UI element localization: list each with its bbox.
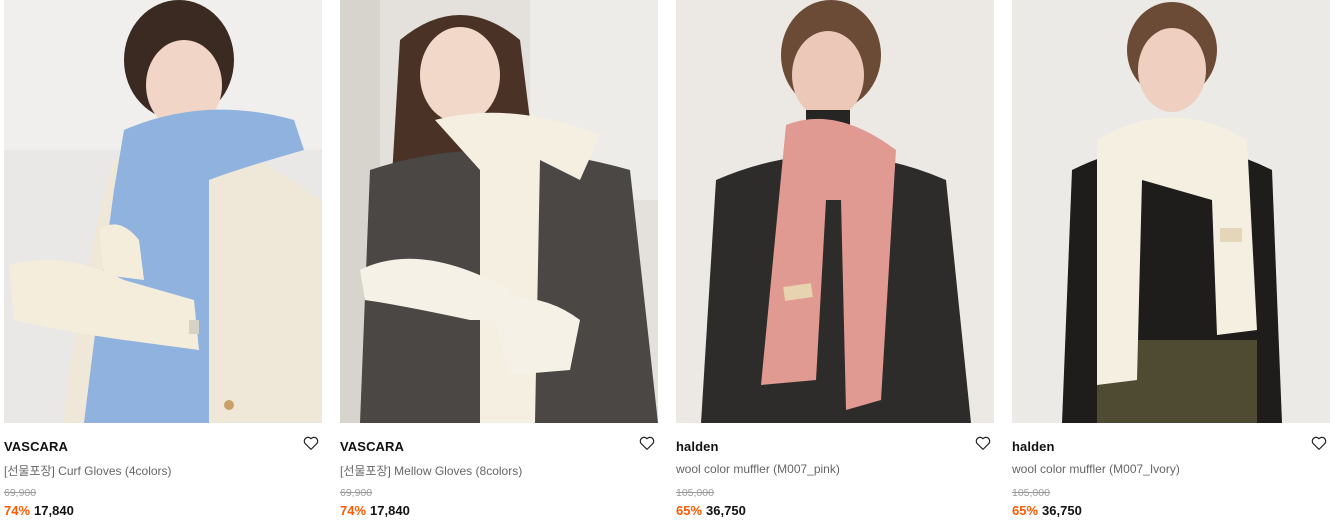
product-image[interactable]	[676, 0, 994, 423]
sale-price-line: 65% 36,750	[676, 503, 746, 518]
sale-price: 17,840	[34, 503, 74, 518]
product-grid: VASCARA [선물포장] Curf Gloves (4colors) 69,…	[0, 0, 1335, 523]
product-title[interactable]: wool color muffler (M007_Ivory)	[1012, 462, 1180, 476]
original-price: 105,000	[676, 487, 714, 499]
product-photo-ivory-muffler	[1012, 0, 1330, 423]
product-title[interactable]: [선물포장] Mellow Gloves (8colors)	[340, 462, 522, 479]
product-card[interactable]: VASCARA [선물포장] Curf Gloves (4colors) 69,…	[4, 0, 322, 523]
discount-rate: 74%	[4, 503, 31, 518]
brand-name[interactable]: VASCARA	[4, 439, 68, 454]
discount-rate: 65%	[676, 503, 703, 518]
sale-price: 36,750	[706, 503, 746, 518]
product-photo-ivory-gloves	[340, 0, 658, 423]
product-image[interactable]	[4, 0, 322, 423]
sale-price: 17,840	[370, 503, 410, 518]
original-price: 69,900	[340, 487, 373, 499]
discount-rate: 65%	[1012, 503, 1039, 518]
product-photo-pink-muffler	[676, 0, 994, 423]
product-photo-blue-scarf	[4, 0, 322, 423]
product-image[interactable]	[340, 0, 658, 423]
heart-outline-icon[interactable]	[302, 434, 320, 452]
product-image[interactable]	[1012, 0, 1330, 423]
heart-outline-icon[interactable]	[974, 434, 992, 452]
brand-name[interactable]: VASCARA	[340, 439, 404, 454]
product-title[interactable]: [선물포장] Curf Gloves (4colors)	[4, 462, 172, 479]
heart-outline-icon[interactable]	[1310, 434, 1328, 452]
original-price: 69,900	[4, 487, 37, 499]
brand-name[interactable]: halden	[1012, 439, 1055, 454]
product-card[interactable]: halden wool color muffler (M007_pink) 10…	[676, 0, 994, 523]
original-price: 105,000	[1012, 487, 1050, 499]
sale-price-line: 65% 36,750	[1012, 503, 1082, 518]
heart-outline-icon[interactable]	[638, 434, 656, 452]
sale-price: 36,750	[1042, 503, 1082, 518]
product-title[interactable]: wool color muffler (M007_pink)	[676, 462, 840, 476]
sale-price-line: 74% 17,840	[340, 503, 410, 518]
brand-name[interactable]: halden	[676, 439, 719, 454]
discount-rate: 74%	[340, 503, 367, 518]
product-card[interactable]: VASCARA [선물포장] Mellow Gloves (8colors) 6…	[340, 0, 658, 523]
product-card[interactable]: halden wool color muffler (M007_Ivory) 1…	[1012, 0, 1330, 523]
sale-price-line: 74% 17,840	[4, 503, 74, 518]
